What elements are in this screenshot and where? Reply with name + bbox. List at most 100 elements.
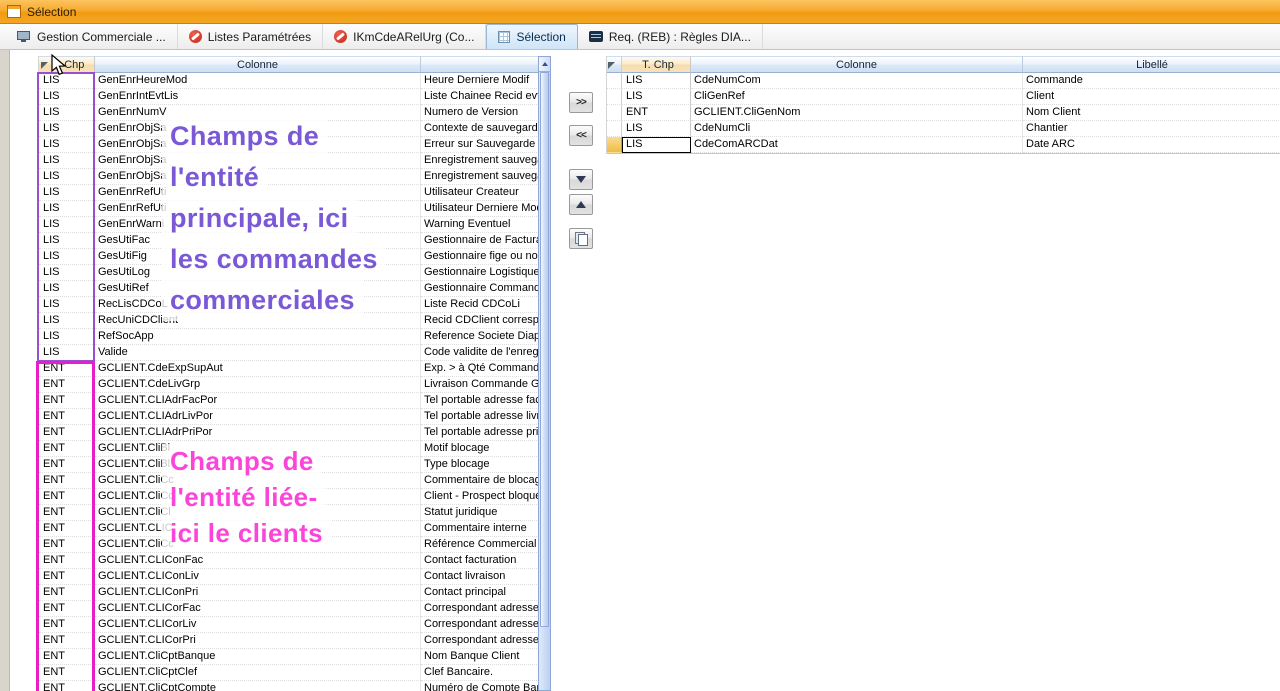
cell-libelle[interactable]: Tel portable adresse fac (421, 393, 539, 409)
scroll-up-button[interactable] (539, 57, 550, 72)
table-row[interactable]: LISGenEnrIntEvtLisListe Chainee Recid ev… (39, 89, 539, 105)
table-row[interactable]: LISGenEnrObjSaEnregistrement sauvega (39, 169, 539, 185)
table-row[interactable]: ENTGCLIENT.CliCptClefClef Bancaire. (39, 665, 539, 681)
cell-libelle[interactable]: Client (1023, 89, 1280, 105)
left-table-scrollbar[interactable] (538, 56, 551, 691)
row-selector[interactable] (607, 137, 622, 153)
cell-colonne[interactable]: GCLIENT.CdeLivGrp (95, 377, 421, 393)
table-row[interactable]: ENTGCLIENT.CLIAdrFacPorTel portable adre… (39, 393, 539, 409)
cell-type[interactable]: ENT (39, 553, 95, 569)
cell-colonne[interactable]: GCLIENT.CliBl (95, 457, 421, 473)
table-row[interactable]: ENTGCLIENT.CliClStatut juridique (39, 505, 539, 521)
table-row[interactable]: LISCdeNumComCommande (607, 73, 1280, 89)
cell-colonne[interactable]: GCLIENT.CliCc (95, 473, 421, 489)
cell-colonne[interactable]: GCLIENT.CLIConLiv (95, 569, 421, 585)
cell-libelle[interactable]: Contact principal (421, 585, 539, 601)
cell-libelle[interactable]: Numéro de Compte Ban (421, 681, 539, 691)
cell-libelle[interactable]: Tel portable adresse pri (421, 425, 539, 441)
table-row[interactable]: LISGenEnrObjSaEnregistrement sauvega (39, 153, 539, 169)
table-row[interactable]: ENTGCLIENT.CdeExpSupAutExp. > à Qté Comm… (39, 361, 539, 377)
cell-type[interactable]: LIS (39, 201, 95, 217)
tab-listes-parametrees[interactable]: Listes Paramétrées (178, 24, 323, 49)
cell-colonne[interactable]: GenEnrNumV (95, 105, 421, 121)
table-row[interactable]: ENTGCLIENT.CliBlType blocage (39, 457, 539, 473)
cell-colonne[interactable]: GCLIENT.CLICorFac (95, 601, 421, 617)
cell-libelle[interactable]: Chantier (1023, 121, 1280, 137)
cell-libelle[interactable]: Enregistrement sauvega (421, 153, 539, 169)
cell-type[interactable]: LIS (622, 73, 691, 89)
cell-colonne[interactable]: GCLIENT.CdeExpSupAut (95, 361, 421, 377)
table-row[interactable]: LISGesUtiFigGestionnaire fige ou nor (39, 249, 539, 265)
cell-type[interactable]: LIS (622, 121, 691, 137)
cell-libelle[interactable]: Correspondant adresse (421, 601, 539, 617)
move-down-button[interactable] (569, 169, 593, 190)
cell-type[interactable]: ENT (39, 649, 95, 665)
cell-libelle[interactable]: Liste Recid CDCoLi (421, 297, 539, 313)
cell-colonne[interactable]: GCLIENT.CliBl (95, 441, 421, 457)
table-row[interactable]: ENTGCLIENT.CliGenNomNom Client (607, 105, 1280, 121)
cell-libelle[interactable]: Utilisateur Derniere Mod (421, 201, 539, 217)
row-selector[interactable] (607, 73, 622, 89)
cell-libelle[interactable]: Liste Chainee Recid evt (421, 89, 539, 105)
cell-colonne[interactable]: RefSocApp (95, 329, 421, 345)
tab-gestion-commerciale[interactable]: Gestion Commerciale ... (6, 24, 178, 49)
table-row[interactable]: ENTGCLIENT.CliBlMotif blocage (39, 441, 539, 457)
cell-colonne[interactable]: GesUtiRef (95, 281, 421, 297)
column-header-colonne[interactable]: Colonne (95, 56, 421, 73)
table-row[interactable]: LISGesUtiFacGestionnaire de Factura (39, 233, 539, 249)
cell-type[interactable]: LIS (39, 249, 95, 265)
tab-ikmcdearelurg[interactable]: IKmCdeARelUrg (Co... (323, 24, 486, 49)
table-row[interactable]: ENTGCLIENT.CLIConFacContact facturation (39, 553, 539, 569)
table-row[interactable]: LISCdeNumCliChantier (607, 121, 1280, 137)
cell-libelle[interactable]: Gestionnaire Logistique (421, 265, 539, 281)
cell-colonne[interactable]: GenEnrObjSa (95, 137, 421, 153)
table-row[interactable]: ENTGCLIENT.CliCcRéférence Commercial (39, 537, 539, 553)
table-row[interactable]: LISGenEnrObjSaErreur sur Sauvegarde c (39, 137, 539, 153)
scrollbar-thumb[interactable] (540, 72, 549, 627)
cell-libelle[interactable]: Commande (1023, 73, 1280, 89)
cell-libelle[interactable]: Recid CDClient correspo (421, 313, 539, 329)
table-row[interactable]: ENTGCLIENT.CLICorPriCorrespondant adress… (39, 633, 539, 649)
cell-type[interactable]: ENT (39, 681, 95, 691)
cell-colonne[interactable]: GenEnrWarni (95, 217, 421, 233)
cell-libelle[interactable]: Gestionnaire Commande (421, 281, 539, 297)
table-row[interactable]: ENTGCLIENT.CLICorFacCorrespondant adress… (39, 601, 539, 617)
cell-type[interactable]: ENT (39, 361, 95, 377)
cell-type[interactable]: LIS (622, 137, 691, 153)
table-row[interactable]: LISGenEnrObjSaContexte de sauvegarde (39, 121, 539, 137)
cell-colonne[interactable]: GCLIENT.CliCptCompte (95, 681, 421, 691)
cell-type[interactable]: LIS (39, 297, 95, 313)
cell-colonne[interactable]: CdeNumCom (691, 73, 1023, 89)
cell-type[interactable]: ENT (39, 569, 95, 585)
cell-colonne[interactable]: GCLIENT.CLIAdrLivPor (95, 409, 421, 425)
cell-type[interactable]: ENT (39, 633, 95, 649)
tab-selection[interactable]: Sélection (486, 24, 577, 49)
cell-type[interactable]: LIS (39, 313, 95, 329)
table-row[interactable]: LISGesUtiRefGestionnaire Commande (39, 281, 539, 297)
cell-colonne[interactable]: CliGenRef (691, 89, 1023, 105)
copy-button[interactable] (569, 228, 593, 249)
table-row[interactable]: ENTGCLIENT.CliCptBanqueNom Banque Client (39, 649, 539, 665)
cell-type[interactable]: ENT (39, 457, 95, 473)
table-row[interactable]: LISRecLisCDCoLListe Recid CDCoLi (39, 297, 539, 313)
cell-type[interactable]: LIS (39, 329, 95, 345)
cell-type[interactable]: ENT (39, 617, 95, 633)
cell-libelle[interactable]: Nom Banque Client (421, 649, 539, 665)
cell-libelle[interactable]: Erreur sur Sauvegarde c (421, 137, 539, 153)
cell-libelle[interactable]: Exp. > à Qté Commandé (421, 361, 539, 377)
cell-colonne[interactable]: GesUtiFac (95, 233, 421, 249)
cell-libelle[interactable]: Gestionnaire de Factura (421, 233, 539, 249)
cell-libelle[interactable]: Référence Commercial (421, 537, 539, 553)
cell-libelle[interactable]: Correspondant adresse (421, 633, 539, 649)
cell-libelle[interactable]: Date ARC (1023, 137, 1280, 153)
cell-colonne[interactable]: RecLisCDCoL (95, 297, 421, 313)
cell-colonne[interactable]: GCLIENT.CLIAdrFacPor (95, 393, 421, 409)
table-row[interactable]: ENTGCLIENT.CliCcCommentaire de blocage (39, 473, 539, 489)
table-row[interactable]: ENTGCLIENT.CLICorLivCorrespondant adress… (39, 617, 539, 633)
cell-colonne[interactable]: GCLIENT.CliCptClef (95, 665, 421, 681)
cell-type[interactable]: ENT (39, 393, 95, 409)
cell-libelle[interactable]: Contact facturation (421, 553, 539, 569)
cell-libelle[interactable]: Code validite de l'enregi (421, 345, 539, 361)
cell-libelle[interactable]: Tel portable adresse livr (421, 409, 539, 425)
column-header-libelle[interactable]: Libellé (1023, 56, 1280, 73)
